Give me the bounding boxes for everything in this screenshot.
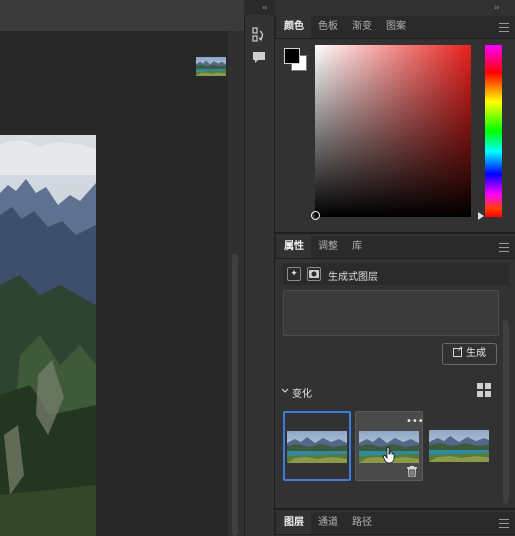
more-icon[interactable]: •••: [406, 416, 424, 427]
collapse-arrows-icon[interactable]: ‹‹: [262, 3, 268, 12]
canvas-top-bar: [0, 0, 244, 31]
tab-swatches[interactable]: 色板: [311, 16, 345, 38]
history-icon[interactable]: [252, 27, 266, 43]
hue-slider-handle[interactable]: [478, 212, 484, 220]
strip-header: [244, 0, 275, 15]
grid-view-icon[interactable]: [477, 383, 491, 397]
color-panel-tabs: 颜色 色板 渐变 图案: [275, 16, 515, 39]
tab-channels[interactable]: 通道: [311, 512, 345, 534]
comment-icon[interactable]: [252, 51, 266, 65]
mask-icon: [307, 267, 321, 281]
saturation-brightness-field[interactable]: [315, 45, 471, 217]
panel-divider: [275, 232, 515, 234]
panel-icon-strip: [244, 0, 275, 536]
canvas-image[interactable]: [0, 135, 96, 536]
tab-layers[interactable]: 图层: [277, 512, 311, 534]
variation-thumbnail[interactable]: [427, 411, 495, 481]
variations-label: 变化: [292, 389, 312, 400]
variation-image: [287, 431, 347, 463]
pointer-cursor-icon: [383, 446, 396, 464]
properties-panel-tabs: 属性 调整 库: [275, 236, 515, 259]
panel-menu-icon[interactable]: [499, 243, 509, 252]
tab-properties[interactable]: 属性: [277, 236, 311, 258]
foreground-color-swatch[interactable]: [284, 48, 300, 64]
panel-menu-icon[interactable]: [499, 23, 509, 32]
variation-image: [429, 430, 489, 462]
tab-color[interactable]: 颜色: [277, 16, 311, 38]
layers-panel-tabs: 图层 通道 路径: [275, 512, 515, 535]
panel-menu-icon[interactable]: [499, 519, 509, 528]
hue-slider[interactable]: [485, 45, 502, 217]
tab-libraries[interactable]: 库: [345, 236, 369, 258]
tab-gradients[interactable]: 渐变: [345, 16, 379, 38]
variation-thumbnail[interactable]: [283, 411, 351, 481]
generate-button-label: 生成: [466, 348, 486, 359]
floating-thumbnail: [196, 57, 226, 76]
panel-divider: [275, 508, 515, 510]
sparkle-icon: ✦: [287, 267, 301, 281]
tab-paths[interactable]: 路径: [345, 512, 379, 534]
prompt-input[interactable]: [283, 290, 499, 336]
chevron-down-icon[interactable]: [281, 387, 289, 395]
collapse-arrows-icon[interactable]: ››: [494, 3, 500, 12]
tab-patterns[interactable]: 图案: [379, 16, 413, 38]
generate-icon: ↗: [453, 346, 463, 357]
canvas-scrollbar-thumb[interactable]: [232, 254, 238, 536]
generate-button[interactable]: ↗ 生成: [442, 343, 497, 365]
properties-scrollbar[interactable]: [503, 320, 509, 504]
trash-icon[interactable]: [407, 466, 417, 478]
color-picker-marker[interactable]: [311, 211, 320, 220]
tab-adjustments[interactable]: 调整: [311, 236, 345, 258]
layer-type-label: 生成式图层: [328, 272, 378, 283]
